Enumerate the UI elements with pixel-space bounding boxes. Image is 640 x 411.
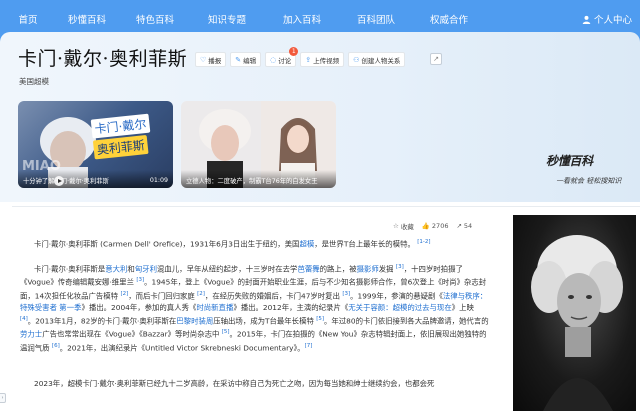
video-card-2[interactable]: 立德人物：二度破产，制霸T台76年的白发女王 [181, 101, 336, 188]
article-link[interactable]: 无关于容颜：超模的过去与现在 [348, 303, 451, 312]
article-text: 》上映 [451, 303, 474, 313]
article-text: 。2013年1月，82岁的卡门·戴尔·奥利菲斯在 [27, 316, 177, 326]
article-text: 和 [127, 264, 135, 274]
article-text: 混血儿，早年从纽约起步，十三岁时在去学 [157, 264, 298, 274]
article-text: 发掘 [378, 264, 396, 274]
article-text: ，而后卡门回归家庭 [128, 291, 198, 301]
like-count: 2706 [431, 222, 449, 230]
discuss-label: 讨论 [278, 56, 292, 65]
article-text: 卡门·戴尔·奥利菲斯是 [34, 264, 106, 274]
article-link[interactable]: 意大利 [105, 264, 127, 273]
article-text: 。1999年，参演的悬疑剧《 [350, 291, 443, 301]
article-paragraph-2: 卡门·戴尔·奥利菲斯是意大利和匈牙利混血儿，早年从纽约起步，十三岁时在去学芭蕾舞… [20, 262, 490, 354]
article-text: 广告也常常出现在《Vogue》《Bazzar》等时尚杂志中 [42, 329, 222, 339]
article-text: 》播出。2012年，主演的纪录片《 [233, 303, 349, 313]
video-caption-2: 立德人物：二度破产，制霸T台76年的白发女王 [181, 170, 336, 188]
article-link[interactable]: 匈牙利 [135, 264, 157, 273]
overlay-line-2: 奥利菲斯 [92, 134, 149, 160]
citation[interactable]: [4] [20, 316, 28, 322]
broadcast-label: 播报 [208, 56, 222, 65]
video-duration-1: 01:09 [149, 177, 168, 184]
discuss-count-badge: 1 [289, 47, 299, 56]
citation[interactable]: [3] [342, 291, 350, 297]
citation[interactable]: [5] [222, 329, 230, 335]
portrait-image [531, 235, 623, 411]
heart-icon: ♡ [200, 55, 207, 64]
like-button[interactable]: 👍 2706 [422, 222, 449, 230]
broadcast-button[interactable]: ♡ 播报 [195, 52, 227, 67]
user-icon [582, 15, 591, 24]
article-paragraph-1: 卡门·戴尔·奥利菲斯 (Carmen Dell' Orefice)，1931年6… [20, 237, 490, 250]
article-text: ，在经历失败的婚姻后，卡门47岁时复出 [204, 291, 343, 301]
create-relation-button[interactable]: ⚇ 创建人物关系 [348, 52, 406, 67]
article-link[interactable]: 时尚新直播 [196, 303, 233, 312]
upload-video-button[interactable]: ⇪ 上传视频 [300, 52, 345, 67]
create-relation-label: 创建人物关系 [361, 56, 401, 65]
citation[interactable]: [1-2] [417, 239, 430, 245]
article-text: 。2021年，出演纪录片《Untitled Victor Skrebneski … [59, 343, 305, 353]
star-icon: ☆ [393, 222, 399, 230]
collect-button[interactable]: ☆ 收藏 [393, 221, 414, 231]
upload-video-label: 上传视频 [313, 56, 340, 65]
share-count: 54 [463, 222, 473, 230]
entry-subtitle: 美国超模 [19, 77, 49, 86]
discuss-button[interactable]: ◌ 讨论 1 [265, 47, 299, 67]
divider [12, 206, 640, 207]
article-link[interactable]: 芭蕾舞 [297, 264, 319, 273]
citation[interactable]: [6] [52, 343, 60, 349]
relation-icon: ⚇ [353, 55, 360, 64]
citation[interactable]: [2] [197, 291, 205, 297]
article-link[interactable]: 巴黎时装周 [176, 317, 213, 326]
share-count-icon: ↗ [456, 222, 462, 230]
upload-icon: ⇪ [305, 55, 312, 64]
thumb-up-icon: 👍 [421, 222, 430, 230]
collect-label: 收藏 [400, 223, 414, 231]
article-toolbar: ☆ 收藏 👍 2706 ↗ 54 [393, 221, 472, 231]
video-title-overlay: 卡门·戴尔 奥利菲斯 [90, 113, 164, 168]
article-text: 的路上，被 [319, 264, 357, 274]
article-link[interactable]: 劳力士 [20, 330, 42, 339]
brand-slogan: 一看就会 轻松搜知识 [556, 177, 622, 185]
citation[interactable]: [5] [316, 316, 324, 322]
citation[interactable]: [7] [305, 343, 313, 349]
p1-text-a: 卡门·戴尔·奥利菲斯 (Carmen Dell' Orefice)，1931年6… [34, 239, 300, 249]
sidebar-toggle-icon[interactable]: › [0, 393, 6, 403]
citation[interactable]: [3] [136, 277, 144, 283]
p1-text-b: ，是世界T台上最年长的模特。 [314, 239, 415, 249]
entry-actions: ♡ 播报 ✎ 编辑 ◌ 讨论 1 ⇪ 上传视频 ⚇ 创建人物关系 [195, 47, 406, 67]
article-link[interactable]: 摄影师 [357, 264, 379, 273]
comment-icon: ◌ [270, 55, 277, 64]
user-center-label: 个人中心 [593, 15, 632, 26]
miaodong-logo: 秒懂百科 [546, 152, 593, 169]
article-text: 压轴出场，成为T台最年长模特 [213, 316, 317, 326]
share-icon[interactable]: ↗ [430, 53, 442, 65]
entry-portrait[interactable] [513, 215, 636, 411]
edit-button[interactable]: ✎ 编辑 [230, 52, 262, 67]
share-button[interactable]: ↗ 54 [456, 222, 472, 230]
page-title: 卡门·戴尔·奥利菲斯 [18, 48, 188, 70]
article-text: 》播出。2004年，参加的真人秀《 [81, 303, 197, 313]
article-paragraph-3: 2023年，超模卡门·戴尔·奥利菲斯已经九十二岁高龄，在采访中称自己为死亡之吻，… [34, 379, 435, 388]
article-text: 。年过80的卡门依旧接到各大品牌邀请，她代言的 [324, 316, 489, 326]
edit-icon: ✎ [235, 55, 242, 64]
edit-label: 编辑 [243, 56, 257, 65]
citation[interactable]: [3] [396, 264, 404, 270]
logo-text: 秒懂百科 [546, 154, 593, 168]
model-link[interactable]: 超模 [299, 239, 314, 248]
play-icon[interactable] [54, 176, 64, 186]
